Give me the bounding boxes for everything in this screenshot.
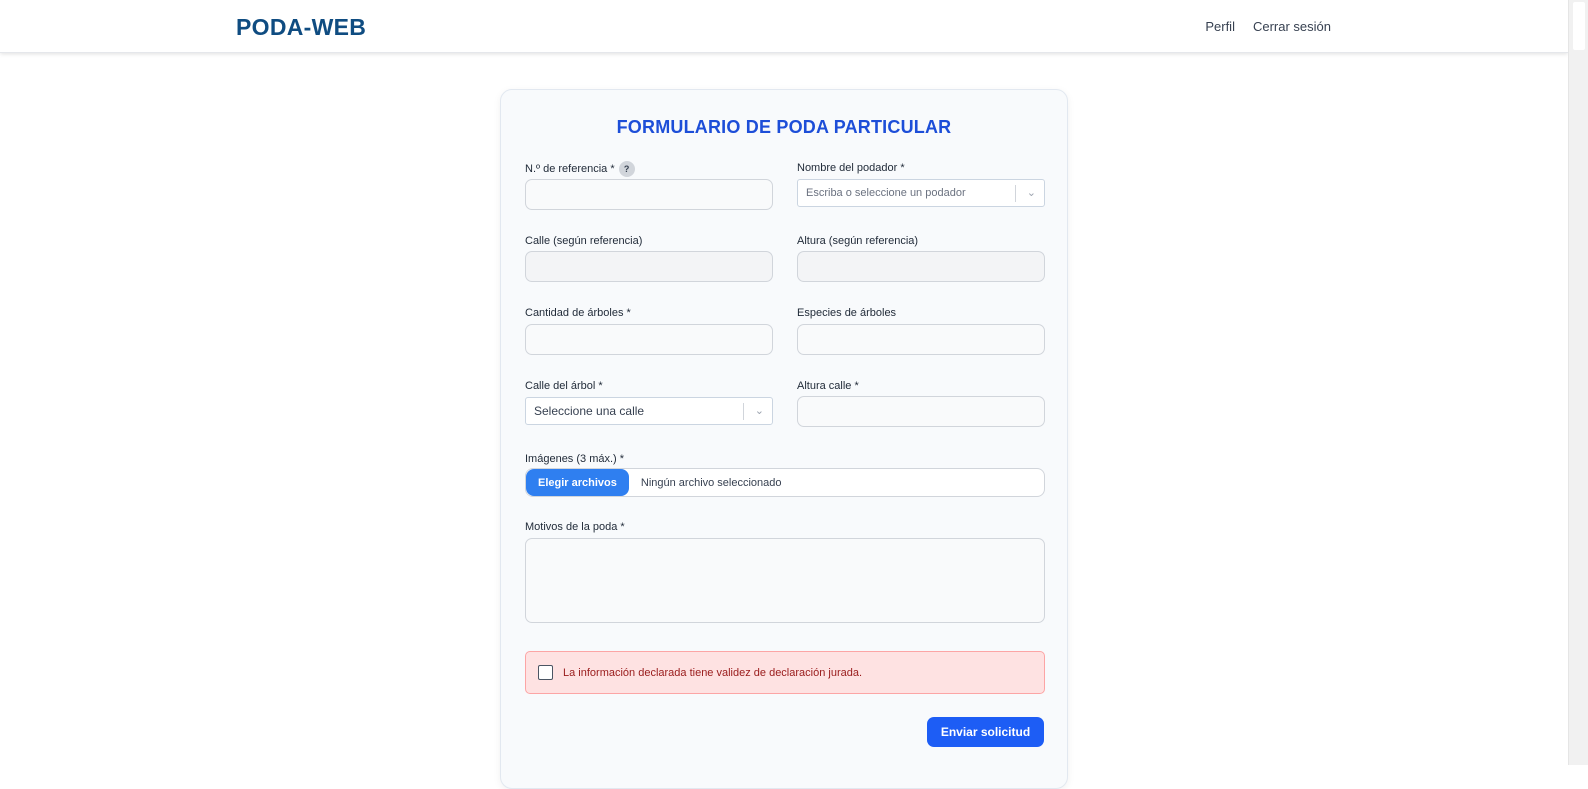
podador-select[interactable]: Escriba o seleccione un podador ⌄ bbox=[797, 179, 1045, 207]
choose-files-button[interactable]: Elegir archivos bbox=[526, 469, 629, 496]
altura-calle-input[interactable] bbox=[797, 396, 1045, 427]
calle-ref-label: Calle (según referencia) bbox=[525, 235, 643, 247]
form-card: FORMULARIO DE PODA PARTICULAR N.º de ref… bbox=[500, 89, 1068, 789]
chevron-down-icon[interactable]: ⌄ bbox=[1027, 186, 1036, 199]
referencia-label: N.º de referencia * ? bbox=[525, 161, 635, 177]
declaration-alert: La información declarada tiene validez d… bbox=[525, 651, 1045, 694]
imagenes-file-input[interactable]: Elegir archivos Ningún archivo seleccion… bbox=[525, 468, 1045, 497]
scrollbar-thumb[interactable] bbox=[1573, 2, 1585, 50]
podador-placeholder: Escriba o seleccione un podador bbox=[806, 187, 966, 199]
cantidad-label: Cantidad de árboles * bbox=[525, 307, 631, 319]
nav-logout-link[interactable]: Cerrar sesión bbox=[1253, 19, 1331, 34]
page-scrollbar[interactable] bbox=[1568, 0, 1588, 765]
nav-links: Perfil Cerrar sesión bbox=[1205, 19, 1331, 34]
submit-button[interactable]: Enviar solicitud bbox=[927, 717, 1044, 747]
nav-profile-link[interactable]: Perfil bbox=[1205, 19, 1235, 34]
declaration-text[interactable]: La información declarada tiene validez d… bbox=[563, 667, 862, 679]
especies-input[interactable] bbox=[797, 324, 1045, 355]
podador-label: Nombre del podador * bbox=[797, 162, 905, 174]
referencia-label-text: N.º de referencia * bbox=[525, 163, 615, 175]
calle-ref-input bbox=[525, 251, 773, 282]
calle-arbol-placeholder: Seleccione una calle bbox=[534, 404, 645, 418]
chevron-down-icon[interactable]: ⌄ bbox=[755, 404, 764, 417]
help-icon[interactable]: ? bbox=[618, 161, 635, 177]
especies-label: Especies de árboles bbox=[797, 307, 897, 319]
calle-arbol-select[interactable]: Seleccione una calle ⌄ bbox=[525, 397, 773, 425]
altura-calle-label: Altura calle * bbox=[797, 380, 859, 392]
motivos-label: Motivos de la poda * bbox=[525, 521, 625, 533]
declaration-checkbox[interactable] bbox=[538, 665, 553, 680]
cantidad-input[interactable] bbox=[525, 324, 773, 355]
select-separator bbox=[743, 403, 744, 420]
calle-arbol-label: Calle del árbol * bbox=[525, 380, 603, 392]
imagenes-label: Imágenes (3 máx.) * bbox=[525, 453, 625, 465]
motivos-textarea[interactable] bbox=[525, 538, 1045, 623]
altura-ref-label: Altura (según referencia) bbox=[797, 235, 919, 247]
form-title: FORMULARIO DE PODA PARTICULAR bbox=[616, 117, 952, 137]
referencia-input[interactable] bbox=[525, 179, 773, 210]
altura-ref-input bbox=[797, 251, 1045, 282]
navbar: PODA-WEB Perfil Cerrar sesión bbox=[0, 0, 1568, 53]
select-separator bbox=[1015, 185, 1016, 202]
brand-logo[interactable]: PODA-WEB bbox=[236, 14, 366, 41]
file-status-text: Ningún archivo seleccionado bbox=[640, 476, 782, 489]
